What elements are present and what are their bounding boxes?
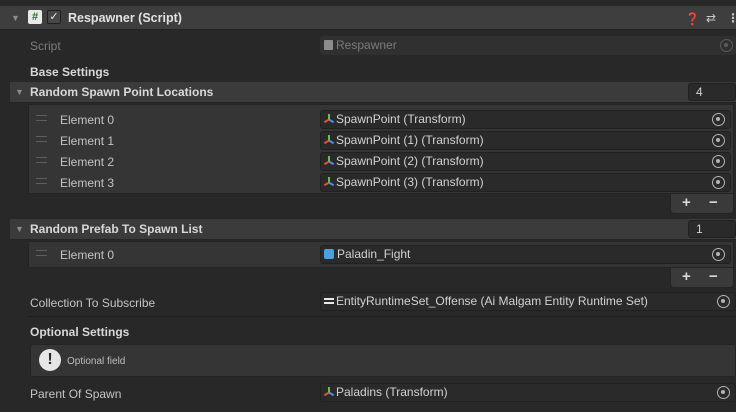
script-field: Respawner: [320, 36, 736, 55]
add-element-button[interactable]: +: [682, 194, 691, 211]
transform-icon: [323, 177, 335, 187]
spawn-element-0-field[interactable]: SpawnPoint (Transform): [320, 110, 731, 129]
prefab-list-add-remove: + −: [670, 268, 734, 288]
prefab-element-0-value: Paladin_Fight: [337, 247, 411, 261]
spawn-element-0-value: SpawnPoint (Transform): [336, 112, 466, 126]
spawn-element-1-value: SpawnPoint (1) (Transform): [336, 133, 484, 147]
divider: [28, 316, 736, 317]
object-picker-icon[interactable]: [717, 386, 730, 399]
transform-icon: [323, 156, 335, 166]
object-picker-icon[interactable]: [712, 134, 725, 147]
list-item: Element 2 SpawnPoint (2) (Transform): [34, 152, 731, 172]
spawn-element-3-value: SpawnPoint (3) (Transform): [336, 175, 484, 189]
spawn-element-1-field[interactable]: SpawnPoint (1) (Transform): [320, 131, 731, 150]
spawn-points-label: Random Spawn Point Locations: [30, 85, 214, 99]
prefab-cube-icon: [324, 249, 334, 259]
spawn-points-add-remove: + −: [670, 194, 734, 214]
script-field-value: Respawner: [336, 38, 397, 52]
drag-handle-icon[interactable]: [36, 250, 47, 256]
spawn-element-2-field[interactable]: SpawnPoint (2) (Transform): [320, 152, 731, 171]
base-settings-header: Base Settings: [30, 65, 110, 79]
spawn-element-2-label: Element 2: [60, 155, 115, 169]
script-file-icon: [324, 40, 333, 50]
help-box-text: Optional field: [67, 356, 126, 367]
remove-element-button[interactable]: −: [709, 194, 718, 211]
object-picker-icon[interactable]: [717, 295, 730, 308]
help-icon[interactable]: ❓: [685, 12, 700, 26]
enabled-checkbox[interactable]: ✓: [47, 10, 61, 24]
transform-icon: [323, 387, 335, 397]
collection-field[interactable]: EntityRuntimeSet_Offense (Ai Malgam Enti…: [320, 292, 736, 311]
parent-label: Parent Of Spawn: [30, 387, 122, 401]
object-picker-icon[interactable]: [712, 155, 725, 168]
collection-label: Collection To Subscribe: [30, 296, 156, 310]
script-label: Script: [30, 39, 61, 53]
parent-value: Paladins (Transform): [336, 385, 448, 399]
foldout-triangle-icon[interactable]: ▼: [11, 13, 20, 23]
prefab-list-fold-icon[interactable]: ▼: [15, 224, 24, 234]
scriptable-object-icon: [324, 298, 334, 304]
spawn-element-0-label: Element 0: [60, 113, 115, 127]
spawn-element-2-value: SpawnPoint (2) (Transform): [336, 154, 484, 168]
spawn-points-count-field[interactable]: 4: [688, 83, 736, 101]
add-element-button[interactable]: +: [682, 268, 691, 285]
transform-icon: [323, 114, 335, 124]
context-menu-icon[interactable]: ⋮: [727, 11, 736, 25]
collection-value: EntityRuntimeSet_Offense (Ai Malgam Enti…: [336, 294, 648, 308]
object-picker-icon[interactable]: [712, 176, 725, 189]
spawn-points-fold-icon[interactable]: ▼: [15, 87, 24, 97]
script-picker-icon: [720, 39, 733, 52]
drag-handle-icon[interactable]: [36, 157, 47, 163]
drag-handle-icon[interactable]: [36, 115, 47, 121]
spawn-element-3-field[interactable]: SpawnPoint (3) (Transform): [320, 173, 731, 192]
presets-icon[interactable]: ⇄: [706, 11, 716, 25]
optional-settings-header: Optional Settings: [30, 325, 130, 339]
help-box: ! Optional field: [30, 344, 736, 377]
drag-handle-icon[interactable]: [36, 178, 47, 184]
spawn-element-1-label: Element 1: [60, 134, 115, 148]
warning-exclamation-icon: !: [39, 349, 61, 371]
prefab-list-header[interactable]: ▼ Random Prefab To Spawn List 1: [10, 219, 736, 240]
list-item: Element 1 SpawnPoint (1) (Transform): [34, 131, 731, 151]
spawn-points-list-header[interactable]: ▼ Random Spawn Point Locations 4: [10, 82, 736, 103]
prefab-element-0-label: Element 0: [60, 248, 115, 262]
list-item: Element 0 SpawnPoint (Transform): [34, 110, 731, 130]
list-item: Element 0 Paladin_Fight: [34, 245, 731, 265]
list-item: Element 3 SpawnPoint (3) (Transform): [34, 173, 731, 193]
remove-element-button[interactable]: −: [709, 268, 718, 285]
component-title: Respawner (Script): [68, 11, 182, 25]
object-picker-icon[interactable]: [712, 113, 725, 126]
prefab-list-label: Random Prefab To Spawn List: [30, 222, 203, 236]
component-header[interactable]: ▼ # ✓ Respawner (Script) ❓ ⇄ ⋮: [0, 6, 736, 30]
prefab-list-count-field[interactable]: 1: [688, 220, 736, 238]
drag-handle-icon[interactable]: [36, 136, 47, 142]
spawn-element-3-label: Element 3: [60, 176, 115, 190]
object-picker-icon[interactable]: [712, 248, 725, 261]
prefab-element-0-field[interactable]: Paladin_Fight: [320, 245, 731, 264]
parent-field[interactable]: Paladins (Transform): [320, 383, 736, 402]
transform-icon: [323, 135, 335, 145]
script-hash-icon: #: [28, 10, 42, 24]
